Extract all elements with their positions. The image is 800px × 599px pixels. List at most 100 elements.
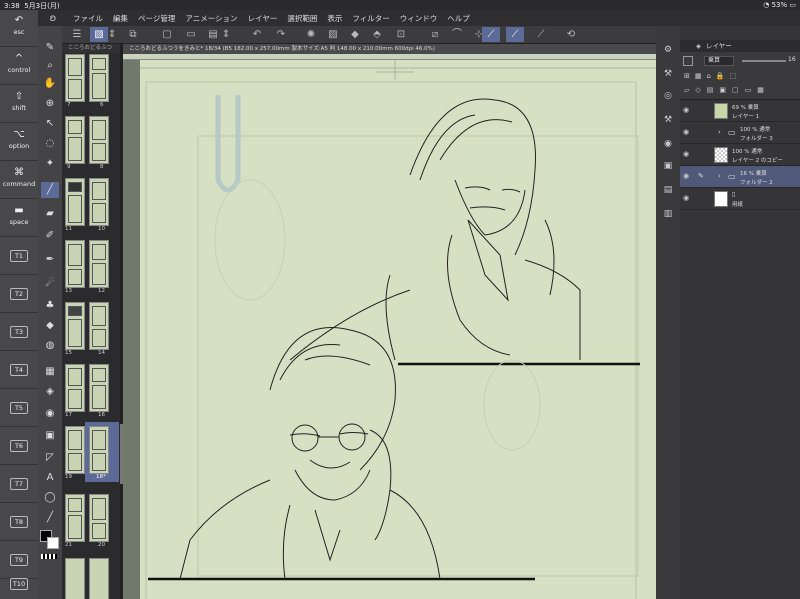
navigator-icon[interactable]: ◉ bbox=[659, 136, 677, 152]
page-thumb[interactable] bbox=[65, 364, 85, 412]
layer-row[interactable]: ◉ 69 % 乗算 レイヤー 1 bbox=[680, 100, 800, 122]
blend-icon[interactable]: ◍ bbox=[41, 338, 59, 354]
menu-view[interactable]: 表示 bbox=[322, 13, 347, 24]
material-icon[interactable]: ▤ bbox=[659, 182, 677, 198]
page-thumb[interactable] bbox=[65, 494, 85, 542]
page-thumb[interactable] bbox=[89, 116, 109, 164]
layer-row-paper[interactable]: ◉ ▯ 用紙 bbox=[680, 188, 800, 210]
brush-icon[interactable]: ✒ bbox=[41, 252, 59, 268]
figure-icon[interactable]: ◉ bbox=[41, 406, 59, 422]
page-thumb[interactable] bbox=[89, 558, 109, 599]
crop-icon[interactable]: ⊡ bbox=[392, 27, 410, 42]
sub-color-swatch[interactable] bbox=[47, 537, 59, 549]
menu-edit[interactable]: 編集 bbox=[108, 13, 133, 24]
balloon-icon[interactable]: ◯ bbox=[41, 490, 59, 506]
new-file-icon[interactable]: ▢ bbox=[158, 27, 176, 42]
page-thumb[interactable] bbox=[65, 426, 85, 474]
page-row[interactable]: 21 20 bbox=[62, 494, 120, 556]
t7-key[interactable]: T7 bbox=[0, 466, 38, 503]
preview-icon[interactable]: ⧉ bbox=[124, 27, 142, 42]
layer-lock-icons[interactable]: ⊞▦⌂🔒⬚ bbox=[684, 72, 741, 80]
esc-key[interactable]: ↶ esc bbox=[0, 10, 38, 47]
page-thumb[interactable] bbox=[89, 494, 109, 542]
transparent-color-swatch[interactable] bbox=[41, 554, 57, 559]
t8-key[interactable]: T8 bbox=[0, 504, 38, 541]
control-key[interactable]: ^ control bbox=[0, 48, 38, 85]
save-icon[interactable]: ▤ bbox=[204, 27, 222, 42]
page-thumb-current[interactable] bbox=[89, 426, 109, 474]
page-thumb[interactable] bbox=[65, 116, 85, 164]
text-icon[interactable]: A bbox=[41, 470, 59, 486]
manga-page[interactable] bbox=[140, 60, 656, 599]
blend-mode-select[interactable]: 乗算 bbox=[704, 56, 734, 66]
menu-layer[interactable]: レイヤー bbox=[243, 13, 283, 24]
space-key[interactable]: ▬ space bbox=[0, 200, 38, 237]
t5-key[interactable]: T5 bbox=[0, 390, 38, 427]
eye-icon[interactable]: ◉ bbox=[683, 106, 689, 114]
fill-layer-icon[interactable]: ◆ bbox=[346, 27, 364, 42]
frame-icon[interactable]: ▣ bbox=[41, 428, 59, 444]
t3-key[interactable]: T3 bbox=[0, 314, 38, 351]
option-key[interactable]: ⌥ option bbox=[0, 124, 38, 161]
magic-wand-icon[interactable]: ✦ bbox=[41, 156, 59, 172]
app-logo-icon[interactable]: ʚ bbox=[38, 13, 68, 24]
layer-color-icon[interactable] bbox=[683, 56, 693, 66]
page-thumb[interactable] bbox=[89, 240, 109, 288]
page-manager-icon[interactable]: ▧ bbox=[90, 27, 108, 42]
loading-icon[interactable]: ✺ bbox=[302, 27, 320, 42]
menu-selection[interactable]: 選択範囲 bbox=[282, 13, 322, 24]
page-row[interactable]: 7 6 bbox=[62, 54, 120, 116]
page-thumb[interactable] bbox=[65, 54, 85, 102]
t2-key[interactable]: T2 bbox=[0, 276, 38, 313]
layer-folder-row-selected[interactable]: ◉ ✎ › ▭ 16 % 乗算 フォルダー 2 bbox=[680, 166, 800, 188]
eye-icon[interactable]: ◉ bbox=[683, 194, 689, 202]
stepper-icon-2[interactable]: ⇕ bbox=[222, 27, 230, 42]
zoom-icon[interactable]: ⌕ bbox=[41, 58, 59, 74]
menu-window[interactable]: ウィンドウ bbox=[395, 13, 443, 24]
page-thumb[interactable] bbox=[89, 302, 109, 350]
brush-size-icon[interactable]: ⚒ bbox=[659, 66, 677, 82]
clear-icon[interactable]: ▨ bbox=[324, 27, 342, 42]
correct-line-icon[interactable]: ╱ bbox=[41, 510, 59, 526]
page-thumb[interactable] bbox=[89, 178, 109, 226]
sub-view-icon[interactable]: ▣ bbox=[659, 158, 677, 174]
page-thumb[interactable] bbox=[65, 302, 85, 350]
page-thumb[interactable] bbox=[65, 558, 85, 599]
eye-icon[interactable]: ◉ bbox=[683, 150, 689, 158]
layer-folder-row[interactable]: ◉ › ▭ 100 % 通常 フォルダー 3 bbox=[680, 122, 800, 144]
settings-icon[interactable]: ⟲ bbox=[562, 27, 580, 42]
stabilizer-icon[interactable]: ⟋ bbox=[482, 27, 500, 42]
snap-ruler-icon[interactable]: ⧄ bbox=[426, 27, 444, 42]
opacity-slider[interactable] bbox=[742, 60, 786, 62]
snap-grid-icon[interactable]: ⌒ bbox=[448, 27, 466, 42]
fill-icon[interactable]: ◈ bbox=[41, 384, 59, 400]
menu-help[interactable]: ヘルプ bbox=[442, 13, 475, 24]
redo-icon[interactable]: ↷ bbox=[272, 27, 290, 42]
page-row[interactable]: 17 16 bbox=[62, 364, 120, 426]
gradient-icon[interactable]: ▦ bbox=[41, 364, 59, 380]
command-key[interactable]: ⌘ command bbox=[0, 162, 38, 199]
page-thumb[interactable] bbox=[89, 364, 109, 412]
menu-file[interactable]: ファイル bbox=[68, 13, 108, 24]
t1-key[interactable]: T1 bbox=[0, 238, 38, 275]
menu-animation[interactable]: アニメーション bbox=[180, 13, 242, 24]
page-thumb[interactable] bbox=[65, 240, 85, 288]
move-icon[interactable]: ⊕ bbox=[41, 96, 59, 112]
open-file-icon[interactable]: ▭ bbox=[182, 27, 200, 42]
t6-key[interactable]: T6 bbox=[0, 428, 38, 465]
layer-action-icons[interactable]: ▱◇▤▣▢▭▦ bbox=[684, 86, 770, 94]
operation-icon[interactable]: ↖ bbox=[41, 116, 59, 132]
hand-icon[interactable]: ✋ bbox=[41, 76, 59, 92]
tool-property-icon[interactable]: ⚙ bbox=[659, 42, 677, 58]
layer-property-icon[interactable]: ▥ bbox=[659, 206, 677, 222]
page-row[interactable]: 9 8 bbox=[62, 116, 120, 178]
lasso-icon[interactable]: ◌ bbox=[41, 136, 59, 152]
eye-icon[interactable]: ◉ bbox=[683, 172, 689, 180]
chevron-right-icon[interactable]: › bbox=[718, 128, 721, 136]
layer-row[interactable]: ◉ 100 % 通常 レイヤー 2 のコピー bbox=[680, 144, 800, 166]
color-wheel-icon[interactable]: ◎ bbox=[659, 88, 677, 104]
ruler-icon[interactable]: ◸ bbox=[41, 450, 59, 466]
shift-key[interactable]: ⇧ shift bbox=[0, 86, 38, 123]
color-set-icon[interactable]: ⚒ bbox=[659, 112, 677, 128]
airbrush-icon[interactable]: ☄ bbox=[41, 276, 59, 292]
